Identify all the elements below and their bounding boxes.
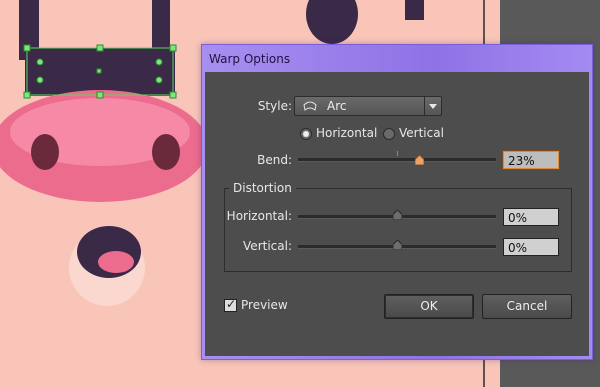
vertical-distortion-label: Vertical:	[243, 239, 292, 253]
style-value: Arc	[327, 99, 347, 113]
horizontal-distortion-field[interactable]: 0%	[503, 208, 559, 226]
horizontal-distortion-label: Horizontal:	[226, 209, 292, 223]
chevron-down-icon[interactable]	[424, 97, 441, 115]
vertical-distortion-field[interactable]: 0%	[503, 238, 559, 256]
preview-checkbox[interactable]: ✓	[224, 297, 237, 312]
distortion-group	[224, 188, 572, 272]
radio-vertical-label[interactable]: Vertical	[399, 126, 444, 140]
cancel-button[interactable]: Cancel	[482, 294, 572, 319]
nostril-right	[152, 134, 180, 170]
radio-vertical[interactable]	[383, 128, 395, 140]
checkmark-icon: ✓	[226, 297, 237, 311]
bend-slider-track[interactable]	[298, 158, 496, 162]
distortion-group-label: Distortion	[229, 181, 296, 195]
handle-top-middle[interactable]	[96, 44, 104, 52]
bend-value-field[interactable]: 23%	[503, 151, 559, 169]
dialog-title[interactable]: Warp Options	[209, 52, 290, 66]
handle-bottom-right[interactable]	[169, 91, 177, 99]
handle-bottom-middle[interactable]	[96, 91, 104, 99]
bend-slider-thumb[interactable]	[415, 155, 425, 165]
anchor-point[interactable]	[155, 58, 163, 66]
bend-center-tick	[397, 151, 398, 156]
strap-far-right	[405, 0, 424, 20]
radio-horizontal-label[interactable]: Horizontal	[316, 126, 377, 140]
handle-bottom-left[interactable]	[23, 91, 31, 99]
anchor-point[interactable]	[155, 76, 163, 84]
ok-button[interactable]: OK	[384, 294, 474, 319]
handle-top-right[interactable]	[169, 44, 177, 52]
horizontal-distortion-thumb[interactable]	[392, 210, 402, 220]
vertical-distortion-thumb[interactable]	[392, 240, 402, 250]
anchor-point[interactable]	[36, 76, 44, 84]
bend-label: Bend:	[257, 153, 292, 167]
style-select[interactable]: Arc	[294, 96, 442, 116]
radio-horizontal[interactable]	[300, 128, 312, 140]
arc-warp-icon	[303, 101, 317, 111]
preview-label[interactable]: Preview	[241, 298, 288, 312]
style-label: Style:	[257, 99, 292, 113]
pig-tongue	[98, 251, 134, 273]
handle-center	[96, 68, 102, 74]
anchor-point[interactable]	[36, 58, 44, 66]
handle-top-left[interactable]	[23, 44, 31, 52]
nostril-left	[31, 134, 59, 170]
